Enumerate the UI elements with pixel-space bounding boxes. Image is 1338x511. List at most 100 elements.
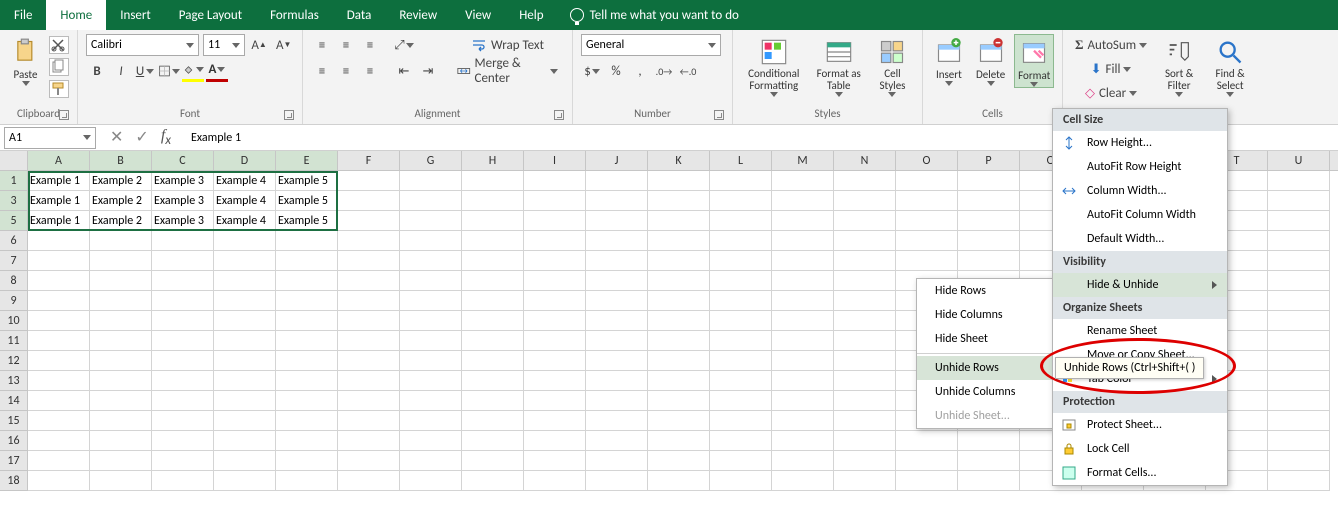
cell[interactable]: [338, 451, 400, 471]
cell[interactable]: [400, 211, 462, 231]
cell[interactable]: [214, 231, 276, 251]
cell[interactable]: [400, 391, 462, 411]
submenu-unhide-rows[interactable]: Unhide Rows: [917, 356, 1053, 380]
cell[interactable]: [958, 251, 1020, 271]
cell[interactable]: [276, 231, 338, 251]
cell[interactable]: [586, 291, 648, 311]
clear-button[interactable]: ◇Clear: [1071, 82, 1151, 104]
cell[interactable]: [276, 291, 338, 311]
submenu-hide-sheet[interactable]: Hide Sheet: [917, 327, 1053, 351]
cell[interactable]: [524, 351, 586, 371]
cell[interactable]: [648, 391, 710, 411]
cell[interactable]: [710, 371, 772, 391]
cell[interactable]: Example 2: [90, 171, 152, 191]
cell[interactable]: [152, 391, 214, 411]
align-top-button[interactable]: ≡: [311, 34, 333, 56]
cell[interactable]: [772, 311, 834, 331]
sort-filter-button[interactable]: Sort & Filter: [1157, 34, 1201, 97]
font-name-combo[interactable]: Calibri: [86, 34, 199, 56]
cell[interactable]: [152, 291, 214, 311]
cell[interactable]: [400, 371, 462, 391]
cell[interactable]: Example 1: [28, 191, 90, 211]
cell[interactable]: [28, 431, 90, 451]
cell[interactable]: [648, 271, 710, 291]
column-header[interactable]: H: [462, 151, 524, 170]
cell[interactable]: [834, 171, 896, 191]
dialog-launcher-icon[interactable]: [714, 110, 724, 120]
font-color-button[interactable]: A: [206, 60, 228, 82]
cell[interactable]: [1268, 371, 1330, 391]
cell[interactable]: [710, 191, 772, 211]
cell[interactable]: [462, 211, 524, 231]
cell[interactable]: [462, 171, 524, 191]
cell[interactable]: [28, 351, 90, 371]
cell[interactable]: Example 1: [28, 211, 90, 231]
cell[interactable]: [524, 471, 586, 491]
cell[interactable]: [28, 291, 90, 311]
cell[interactable]: [710, 291, 772, 311]
cell[interactable]: [834, 331, 896, 351]
menu-hide-unhide[interactable]: Hide & Unhide: [1053, 273, 1227, 297]
cell[interactable]: [214, 331, 276, 351]
cell[interactable]: [710, 311, 772, 331]
cell[interactable]: [648, 451, 710, 471]
copy-button[interactable]: [49, 58, 69, 76]
cell[interactable]: Example 4: [214, 191, 276, 211]
cell[interactable]: Example 4: [214, 171, 276, 191]
cell[interactable]: [710, 331, 772, 351]
cell-styles-button[interactable]: Cell Styles: [871, 34, 914, 97]
cell[interactable]: [772, 411, 834, 431]
tab-page-layout[interactable]: Page Layout: [165, 0, 256, 30]
cell[interactable]: [338, 431, 400, 451]
cell[interactable]: Example 2: [90, 191, 152, 211]
cell[interactable]: [214, 311, 276, 331]
cell[interactable]: [896, 471, 958, 491]
cell[interactable]: [1268, 451, 1330, 471]
menu-autofit-row[interactable]: AutoFit Row Height: [1053, 155, 1227, 179]
cell[interactable]: [710, 431, 772, 451]
cell[interactable]: [28, 471, 90, 491]
cell[interactable]: [648, 351, 710, 371]
cell[interactable]: [90, 331, 152, 351]
cell[interactable]: [28, 251, 90, 271]
cell[interactable]: [462, 331, 524, 351]
cell[interactable]: [276, 391, 338, 411]
cell[interactable]: [214, 371, 276, 391]
cell[interactable]: [214, 431, 276, 451]
cell[interactable]: [276, 351, 338, 371]
dialog-launcher-icon[interactable]: [554, 110, 564, 120]
insert-cells-button[interactable]: Insert: [931, 34, 967, 86]
cell[interactable]: [524, 171, 586, 191]
cell[interactable]: [896, 211, 958, 231]
cell[interactable]: [152, 371, 214, 391]
dialog-launcher-icon[interactable]: [284, 110, 294, 120]
cell[interactable]: [772, 271, 834, 291]
cell[interactable]: [462, 431, 524, 451]
cell[interactable]: [524, 431, 586, 451]
cell[interactable]: [90, 451, 152, 471]
row-header[interactable]: 9: [0, 291, 28, 311]
tab-data[interactable]: Data: [333, 0, 386, 30]
submenu-hide-rows[interactable]: Hide Rows: [917, 279, 1053, 303]
cell[interactable]: [834, 391, 896, 411]
cell[interactable]: [462, 311, 524, 331]
borders-button[interactable]: [158, 60, 180, 82]
cell[interactable]: [90, 251, 152, 271]
cell[interactable]: [524, 371, 586, 391]
number-format-combo[interactable]: General: [581, 34, 721, 56]
cell[interactable]: [710, 271, 772, 291]
cell[interactable]: [1268, 291, 1330, 311]
cell[interactable]: [648, 251, 710, 271]
tab-review[interactable]: Review: [385, 0, 451, 30]
comma-format-button[interactable]: ,: [629, 60, 651, 82]
cell[interactable]: [214, 391, 276, 411]
cell[interactable]: [1268, 231, 1330, 251]
cell[interactable]: [400, 231, 462, 251]
cell[interactable]: [586, 411, 648, 431]
underline-button[interactable]: U: [134, 60, 156, 82]
menu-autofit-column[interactable]: AutoFit Column Width: [1053, 203, 1227, 227]
cell[interactable]: [772, 391, 834, 411]
cell[interactable]: [90, 351, 152, 371]
cell[interactable]: [338, 251, 400, 271]
row-header[interactable]: 12: [0, 351, 28, 371]
